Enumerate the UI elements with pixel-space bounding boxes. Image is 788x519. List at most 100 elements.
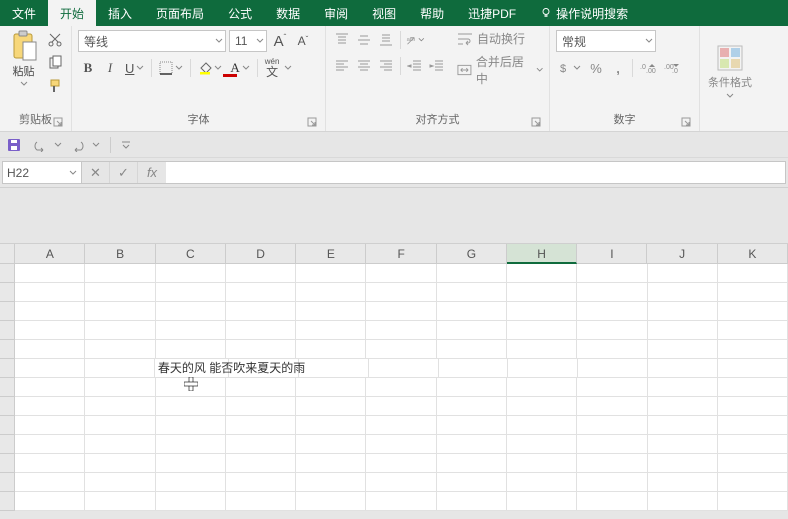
cell[interactable]	[366, 492, 436, 511]
cell[interactable]	[507, 378, 577, 397]
cell[interactable]	[226, 473, 296, 492]
cell[interactable]	[648, 435, 718, 454]
cancel-button[interactable]: ✕	[82, 162, 110, 183]
cell[interactable]	[718, 435, 788, 454]
cell[interactable]	[437, 492, 507, 511]
cell[interactable]	[15, 492, 85, 511]
wrap-text-button[interactable]: 自动换行	[457, 30, 543, 47]
caret-down-icon[interactable]	[92, 141, 100, 149]
cell[interactable]	[226, 321, 296, 340]
cell[interactable]	[577, 473, 647, 492]
cell[interactable]	[648, 397, 718, 416]
cell[interactable]	[296, 416, 366, 435]
col-header-C[interactable]: C	[156, 244, 226, 264]
cell[interactable]	[648, 473, 718, 492]
format-painter-button[interactable]	[45, 76, 65, 96]
copy-button[interactable]	[45, 53, 65, 73]
cell[interactable]	[718, 454, 788, 473]
cell[interactable]	[648, 359, 718, 378]
row-header[interactable]	[0, 492, 15, 511]
cell[interactable]	[85, 302, 155, 321]
cell[interactable]	[718, 340, 788, 359]
undo-button[interactable]	[30, 135, 50, 155]
cell[interactable]	[718, 359, 788, 378]
cell[interactable]	[578, 359, 648, 378]
cell[interactable]	[718, 283, 788, 302]
cell[interactable]	[15, 321, 85, 340]
cell[interactable]	[577, 492, 647, 511]
cell[interactable]	[85, 321, 155, 340]
cell[interactable]	[507, 302, 577, 321]
cell[interactable]	[226, 378, 296, 397]
cell[interactable]	[366, 473, 436, 492]
cell[interactable]	[648, 378, 718, 397]
cell[interactable]	[85, 264, 155, 283]
tab-formulas[interactable]: 公式	[216, 0, 264, 26]
cell[interactable]	[156, 492, 226, 511]
cell[interactable]	[577, 454, 647, 473]
cell[interactable]	[226, 492, 296, 511]
tab-home[interactable]: 开始	[48, 0, 96, 26]
select-all-corner[interactable]	[0, 244, 15, 264]
customize-qat-icon[interactable]	[121, 140, 131, 150]
percent-button[interactable]: %	[586, 58, 606, 78]
cell[interactable]	[226, 264, 296, 283]
cell[interactable]	[437, 435, 507, 454]
caret-down-icon[interactable]	[54, 141, 62, 149]
shrink-font-button[interactable]: Aˇ	[293, 31, 313, 51]
tab-view[interactable]: 视图	[360, 0, 408, 26]
cell[interactable]	[366, 378, 436, 397]
cell[interactable]	[369, 359, 439, 378]
cell[interactable]	[296, 264, 366, 283]
cell[interactable]	[156, 454, 226, 473]
tab-review[interactable]: 审阅	[312, 0, 360, 26]
tab-file[interactable]: 文件	[0, 0, 48, 26]
col-header-K[interactable]: K	[718, 244, 788, 264]
row-header[interactable]	[0, 321, 15, 340]
formula-input[interactable]	[166, 161, 786, 184]
row-header[interactable]	[0, 302, 15, 321]
col-header-B[interactable]: B	[85, 244, 155, 264]
grow-font-button[interactable]: Aˆ	[270, 31, 290, 51]
cut-button[interactable]	[45, 30, 65, 50]
cell[interactable]	[718, 416, 788, 435]
cell[interactable]	[648, 492, 718, 511]
cell[interactable]	[718, 397, 788, 416]
cell[interactable]	[366, 340, 436, 359]
accounting-format-button[interactable]: $	[556, 58, 584, 78]
cell[interactable]	[577, 416, 647, 435]
cell[interactable]	[296, 473, 366, 492]
cell[interactable]	[85, 435, 155, 454]
cell[interactable]	[366, 302, 436, 321]
cell[interactable]	[15, 454, 85, 473]
cond-format-button[interactable]: 条件格式	[706, 30, 754, 113]
cell[interactable]	[15, 435, 85, 454]
cell[interactable]: 春天的风 能否吹来夏天的雨	[155, 359, 229, 378]
cell[interactable]	[156, 397, 226, 416]
align-left-button[interactable]	[332, 56, 352, 76]
align-top-button[interactable]	[332, 30, 352, 50]
tab-help[interactable]: 帮助	[408, 0, 456, 26]
font-color-button[interactable]: A	[227, 58, 252, 78]
dialog-launcher-icon[interactable]	[307, 117, 317, 127]
save-button[interactable]	[4, 135, 24, 155]
cell[interactable]	[366, 264, 436, 283]
italic-button[interactable]: I	[100, 58, 120, 78]
cell[interactable]	[296, 340, 366, 359]
cell[interactable]	[718, 473, 788, 492]
borders-button[interactable]	[156, 58, 186, 78]
cell[interactable]	[507, 321, 577, 340]
cell[interactable]	[85, 473, 155, 492]
col-header-D[interactable]: D	[226, 244, 296, 264]
cell[interactable]	[366, 454, 436, 473]
cell[interactable]	[718, 321, 788, 340]
cell[interactable]	[507, 283, 577, 302]
cell[interactable]	[366, 416, 436, 435]
cell[interactable]	[577, 283, 647, 302]
cell[interactable]	[437, 378, 507, 397]
cell[interactable]	[156, 283, 226, 302]
merge-center-button[interactable]: 合并后居中	[457, 53, 543, 87]
bold-button[interactable]: B	[78, 58, 98, 78]
cell[interactable]	[15, 378, 85, 397]
cell[interactable]	[226, 340, 296, 359]
